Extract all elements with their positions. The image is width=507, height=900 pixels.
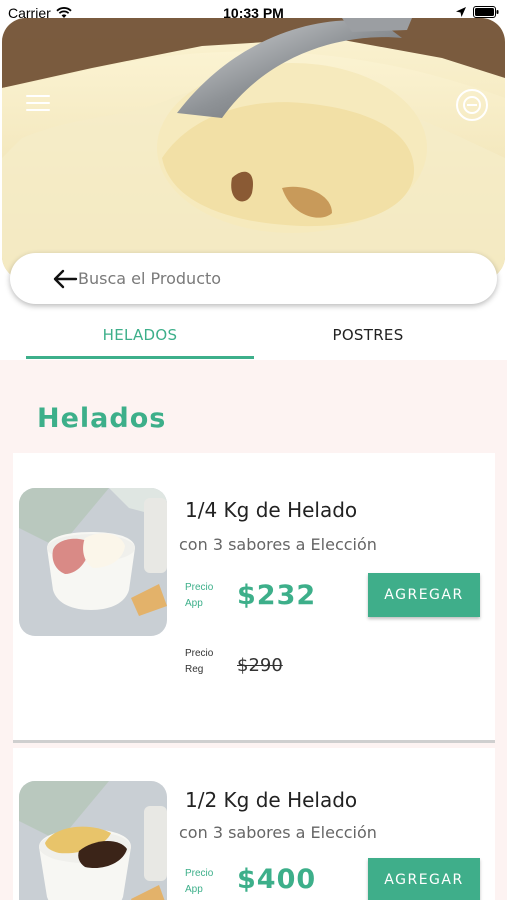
product-image [19, 781, 167, 900]
regular-price: $290 [237, 655, 283, 676]
app-price-label: Precio App [185, 582, 214, 609]
status-icons [455, 6, 499, 18]
ice-cream-scoop-illustration [2, 18, 505, 280]
app-price: $232 [237, 580, 317, 611]
app-price: $400 [237, 864, 317, 895]
location-arrow-icon [456, 7, 466, 17]
tab-helados[interactable]: HELADOS [26, 326, 254, 344]
search-input[interactable] [78, 269, 438, 288]
active-tab-indicator [26, 356, 254, 359]
product-list: Helados 1/4 Kg de Helado con 3 sabores a… [0, 360, 507, 900]
product-description: con 3 sabores a Elección [179, 823, 377, 842]
back-arrow-icon[interactable] [52, 268, 78, 290]
tab-postres[interactable]: POSTRES [254, 326, 482, 344]
add-to-cart-button[interactable]: AGREGAR [368, 858, 480, 900]
hero-banner [2, 18, 505, 280]
category-tabs: HELADOS POSTRES [0, 304, 507, 360]
regular-price-label: Precio Reg [185, 648, 214, 675]
hamburger-menu-icon [26, 95, 50, 97]
product-name: 1/2 Kg de Helado [185, 788, 358, 812]
product-image [19, 488, 167, 636]
add-to-cart-button[interactable]: AGREGAR [368, 573, 480, 617]
menu-button[interactable] [26, 95, 50, 113]
battery-icon [473, 6, 499, 18]
brand-logo-icon[interactable] [456, 89, 488, 121]
product-name: 1/4 Kg de Helado [185, 498, 358, 522]
section-title: Helados [37, 403, 167, 434]
product-description: con 3 sabores a Elección [179, 535, 377, 554]
search-bar [10, 253, 497, 304]
app-price-label: Precio App [185, 868, 214, 895]
product-card[interactable]: 1/2 Kg de Helado con 3 sabores a Elecció… [13, 748, 495, 900]
status-bar: Carrier 10:33 PM [0, 0, 507, 22]
product-card[interactable]: 1/4 Kg de Helado con 3 sabores a Elecció… [13, 453, 495, 743]
clock: 10:33 PM [223, 5, 284, 21]
